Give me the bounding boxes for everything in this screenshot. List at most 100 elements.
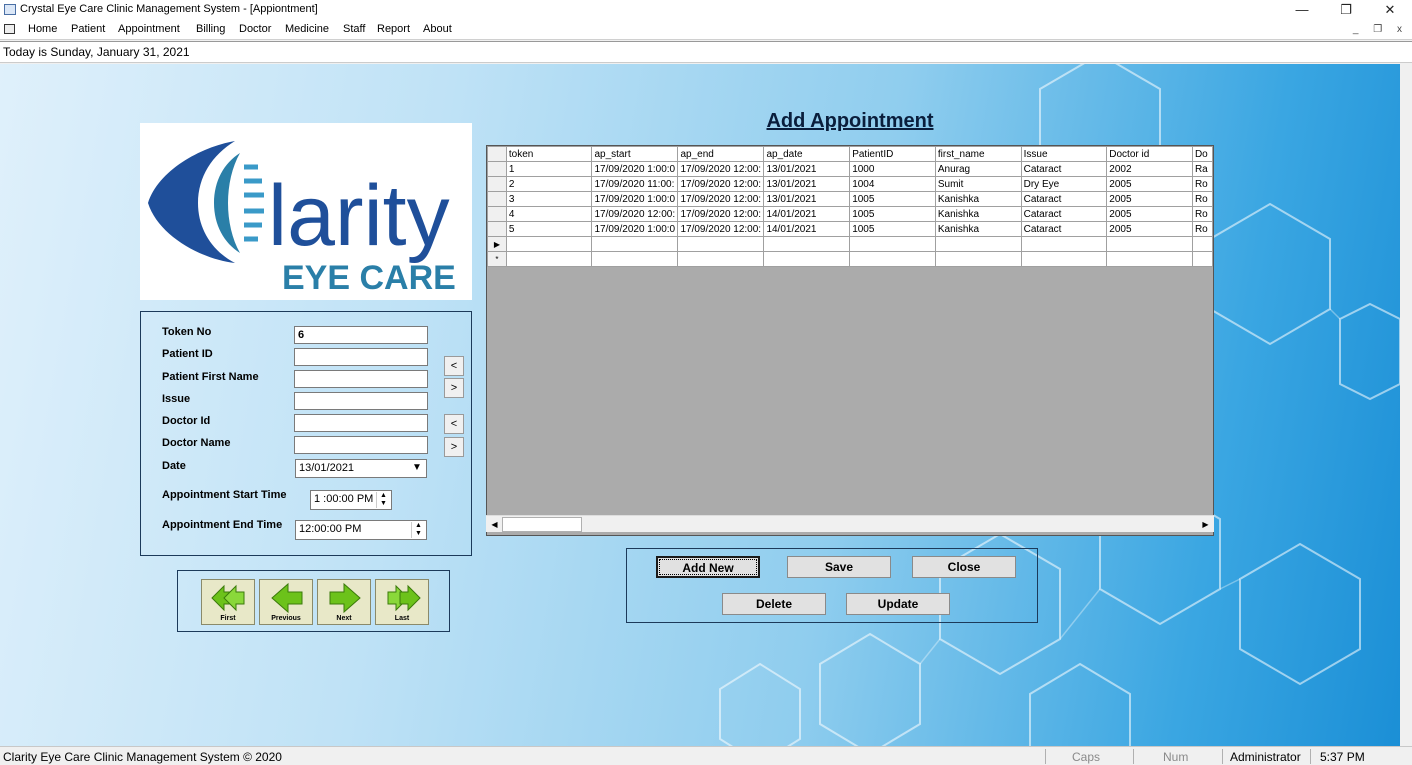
table-cell[interactable]: 17/09/2020 1:00:0 [591,221,679,237]
table-cell[interactable]: 17/09/2020 12:00: [677,191,765,207]
first-record-button[interactable]: First [201,579,255,625]
table-cell[interactable]: 2005 [1106,176,1193,192]
scroll-right-icon[interactable]: ▶ [1198,517,1213,532]
doctor-prev-button[interactable]: < [444,414,464,434]
row-selector[interactable] [487,206,507,222]
patient-next-button[interactable]: > [444,378,464,398]
table-cell[interactable]: 2002 [1106,161,1193,177]
save-button[interactable]: Save [787,556,891,578]
table-cell[interactable]: 3 [505,191,593,207]
table-cell[interactable]: 2005 [1106,191,1193,207]
patient-prev-button[interactable]: < [444,356,464,376]
previous-record-button[interactable]: Previous [259,579,313,625]
row-selector[interactable] [487,176,507,192]
column-header[interactable]: ap_date [763,146,851,162]
column-header[interactable]: first_name [934,146,1022,162]
table-cell[interactable]: 17/09/2020 12:00: [677,161,765,177]
row-selector[interactable] [487,191,507,207]
table-cell[interactable]: 2005 [1106,206,1193,222]
table-cell[interactable]: Kanishka [934,221,1022,237]
menu-patient[interactable]: Patient [71,23,105,35]
column-header[interactable]: token [505,146,593,162]
table-cell[interactable]: Cataract [1020,161,1108,177]
column-header[interactable]: Issue [1020,146,1108,162]
end-time-picker[interactable]: 12:00:00 PM ▲ ▼ [295,520,427,540]
table-cell[interactable]: 2 [505,176,593,192]
token-field[interactable]: 6 [294,326,428,344]
table-cell[interactable]: 14/01/2021 [763,221,851,237]
column-header[interactable]: Doctor id [1106,146,1193,162]
table-cell[interactable]: Dry Eye [1020,176,1108,192]
table-cell[interactable]: 13/01/2021 [763,191,851,207]
doctor-name-field[interactable] [294,436,428,454]
table-cell[interactable]: 1 [505,161,593,177]
table-cell[interactable]: Ra [1191,161,1213,177]
scrollbar-thumb[interactable] [502,517,582,532]
menu-report[interactable]: Report [377,23,410,35]
table-cell[interactable]: Kanishka [934,206,1022,222]
date-picker[interactable]: 13/01/2021 ▼ [295,459,427,478]
table-cell[interactable]: Ro [1191,221,1213,237]
menu-appointment[interactable]: Appointment [118,23,180,35]
current-row-marker-icon[interactable]: ▶ [487,236,507,252]
close-window-button[interactable]: ✕ [1368,0,1412,20]
column-header[interactable]: Do [1191,146,1213,162]
table-cell[interactable]: Ro [1191,206,1213,222]
menu-home[interactable]: Home [28,23,57,35]
menu-doctor[interactable]: Doctor [239,23,271,35]
menu-staff[interactable]: Staff [343,23,365,35]
table-cell[interactable]: 17/09/2020 12:00: [677,221,765,237]
minimize-button[interactable]: — [1280,0,1324,20]
new-row-marker-icon[interactable]: * [487,251,507,267]
update-button[interactable]: Update [846,593,950,615]
grid-horizontal-scrollbar[interactable]: ◀ ▶ [486,515,1214,532]
column-header[interactable]: PatientID [849,146,936,162]
add-new-button[interactable]: Add New [656,556,760,578]
table-cell[interactable]: 1005 [849,221,936,237]
table-cell[interactable]: Cataract [1020,206,1108,222]
appointments-grid[interactable]: token ap_start ap_end ap_date PatientID … [486,145,1214,536]
table-cell[interactable]: 17/09/2020 12:00: [677,176,765,192]
table-cell[interactable]: 5 [505,221,593,237]
patient-first-name-field[interactable] [294,370,428,388]
table-cell[interactable]: 4 [505,206,593,222]
issue-field[interactable] [294,392,428,410]
table-cell[interactable]: Cataract [1020,191,1108,207]
table-cell[interactable]: 2005 [1106,221,1193,237]
current-empty-row[interactable]: ▶ [487,236,1213,252]
table-cell[interactable]: 14/01/2021 [763,206,851,222]
doctor-id-field[interactable] [294,414,428,432]
table-row[interactable]: 1 17/09/2020 1:00:0 17/09/2020 12:00: 13… [487,161,1213,177]
column-header[interactable]: ap_start [591,146,679,162]
mdi-child-icon[interactable] [4,24,15,34]
table-cell[interactable]: 1004 [849,176,936,192]
table-cell[interactable]: 1000 [849,161,936,177]
row-selector[interactable] [487,161,507,177]
patient-id-field[interactable] [294,348,428,366]
table-row[interactable]: 5 17/09/2020 1:00:0 17/09/2020 12:00: 14… [487,221,1213,237]
table-cell[interactable]: Ro [1191,191,1213,207]
start-time-spinner-icon[interactable]: ▲ ▼ [376,492,390,508]
table-cell[interactable]: Anurag [934,161,1022,177]
menu-billing[interactable]: Billing [196,23,225,35]
table-cell[interactable]: 1005 [849,206,936,222]
doctor-next-button[interactable]: > [444,437,464,457]
table-cell[interactable]: 13/01/2021 [763,176,851,192]
end-time-spinner-icon[interactable]: ▲ ▼ [411,522,425,538]
restore-button[interactable]: ❐ [1324,0,1368,20]
table-cell[interactable]: Sumit [934,176,1022,192]
table-cell[interactable]: Ro [1191,176,1213,192]
new-row[interactable]: * [487,251,1213,267]
table-cell[interactable]: Cataract [1020,221,1108,237]
table-row[interactable]: 3 17/09/2020 1:00:0 17/09/2020 12:00: 13… [487,191,1213,207]
table-cell[interactable]: 17/09/2020 1:00:0 [591,161,679,177]
start-time-picker[interactable]: 1 :00:00 PM ▲ ▼ [310,490,392,510]
menu-about[interactable]: About [423,23,452,35]
delete-button[interactable]: Delete [722,593,826,615]
row-selector[interactable] [487,221,507,237]
table-row[interactable]: 4 17/09/2020 12:00: 17/09/2020 12:00: 14… [487,206,1213,222]
table-cell[interactable]: 17/09/2020 1:00:0 [591,191,679,207]
menu-medicine[interactable]: Medicine [285,23,329,35]
table-cell[interactable]: Kanishka [934,191,1022,207]
next-record-button[interactable]: Next [317,579,371,625]
